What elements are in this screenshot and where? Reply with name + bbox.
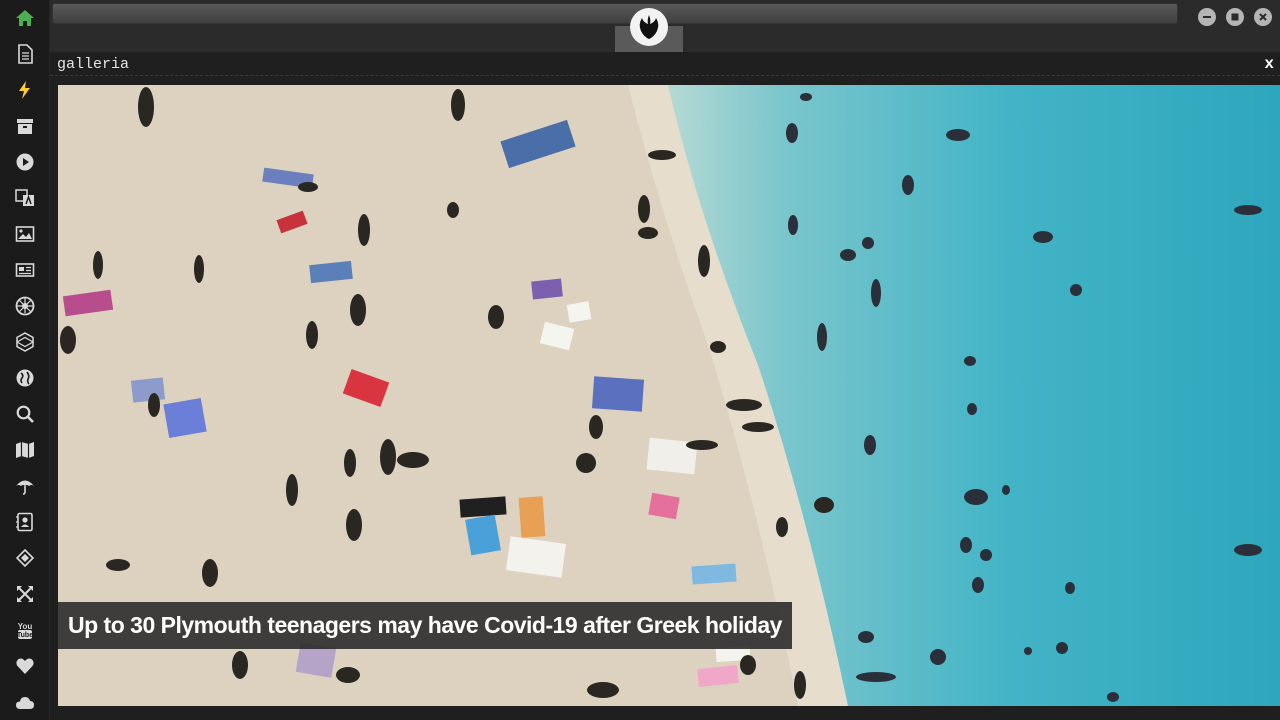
sidebar-item-heart[interactable] (12, 653, 38, 679)
sidebar-item-hexagon[interactable] (12, 329, 38, 355)
heart-icon (16, 658, 34, 674)
youtube-icon: YouTube (17, 622, 33, 639)
maximize-button[interactable] (1226, 8, 1244, 26)
sidebar-item-archive[interactable] (12, 113, 38, 139)
gallery-panel: galleria x Up to 30 Plymouth teenagers m… (50, 52, 1280, 720)
cloud-icon (16, 697, 34, 709)
rebel-alliance-icon[interactable] (630, 8, 668, 46)
minimize-icon (1203, 16, 1211, 18)
document-icon (18, 44, 33, 64)
map-icon (16, 442, 34, 458)
maximize-icon (1231, 13, 1239, 21)
sidebar-item-map[interactable] (12, 437, 38, 463)
sidebar-item-contact[interactable] (12, 509, 38, 535)
sidebar-item-newspaper[interactable] (12, 257, 38, 283)
panel-header: galleria x (50, 52, 1280, 76)
sidebar-item-cloud[interactable] (12, 689, 38, 715)
translate-icon (15, 189, 34, 206)
panel-title: galleria (57, 56, 130, 73)
sidebar-item-search[interactable] (12, 401, 38, 427)
contact-icon (16, 512, 33, 532)
svg-text:Tube: Tube (17, 632, 33, 639)
image-caption: Up to 30 Plymouth teenagers may have Cov… (58, 602, 792, 649)
umbrella-icon (16, 480, 34, 495)
search-icon (16, 405, 34, 423)
panel-close-button[interactable]: x (1264, 55, 1274, 73)
empire-icon (15, 296, 35, 316)
image-icon (15, 226, 35, 242)
svg-text:You: You (18, 622, 33, 631)
sidebar-item-code[interactable] (12, 545, 38, 571)
sidebar-item-globe[interactable] (12, 365, 38, 391)
play-icon (16, 153, 34, 171)
sidebar-item-empire[interactable] (12, 293, 38, 319)
newspaper-icon (15, 263, 35, 277)
lightning-icon (19, 81, 30, 99)
minimize-button[interactable] (1198, 8, 1216, 26)
archive-icon (17, 119, 33, 134)
close-icon (1259, 13, 1267, 21)
hexagon-icon (15, 332, 35, 352)
sidebar-item-expand[interactable] (12, 581, 38, 607)
sidebar-item-umbrella[interactable] (12, 473, 38, 499)
address-bar[interactable] (52, 3, 1178, 24)
sidebar-item-play[interactable] (12, 149, 38, 175)
code-icon (15, 548, 35, 568)
sidebar: You Tube (0, 0, 50, 720)
sidebar-item-youtube[interactable]: You Tube (12, 617, 38, 643)
sidebar-item-lightning[interactable] (12, 77, 38, 103)
sidebar-item-document[interactable] (12, 41, 38, 67)
globe-icon (16, 369, 34, 387)
top-bar (50, 0, 1280, 52)
sidebar-item-translate[interactable] (12, 185, 38, 211)
sidebar-item-home[interactable] (12, 5, 38, 31)
sidebar-item-image[interactable] (12, 221, 38, 247)
home-icon (16, 10, 34, 26)
expand-icon (17, 586, 33, 602)
close-window-button[interactable] (1254, 8, 1272, 26)
